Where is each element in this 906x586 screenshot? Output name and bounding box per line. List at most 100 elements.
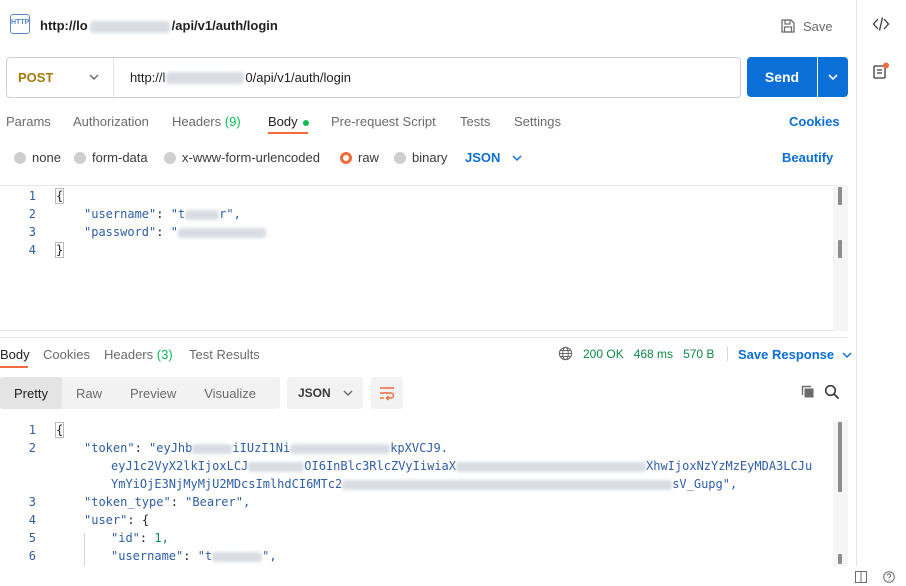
redacted-value bbox=[342, 479, 673, 490]
wrap-lines-button[interactable] bbox=[371, 377, 403, 409]
json-token-type-line: "token_type": "Bearer", bbox=[84, 495, 251, 509]
json-token-line: "token": "eyJhb iIUzI1Ni kpXVCJ9. bbox=[84, 441, 448, 455]
search-response-button[interactable] bbox=[824, 384, 840, 403]
globe-icon[interactable] bbox=[558, 346, 573, 361]
response-view-tabs: Pretty Raw Preview Visualize bbox=[0, 377, 280, 409]
scrollbar-thumb[interactable] bbox=[838, 422, 842, 492]
save-response-label: Save Response bbox=[738, 347, 835, 362]
tab-authorization[interactable]: Authorization bbox=[73, 114, 149, 129]
view-tab-raw[interactable]: Raw bbox=[62, 377, 116, 409]
body-format-label: JSON bbox=[465, 150, 501, 165]
status-bar bbox=[0, 566, 906, 586]
two-pane-icon bbox=[855, 571, 867, 583]
request-title-bar: HTTP http://lo/api/v1/auth/login Save bbox=[0, 0, 856, 52]
scrollbar-thumb[interactable] bbox=[838, 187, 842, 205]
response-tab-cookies[interactable]: Cookies bbox=[43, 347, 90, 362]
json-value: "t bbox=[170, 207, 186, 221]
info-icon bbox=[873, 62, 889, 79]
json-value: OI6InBlc3RlcZVyIiwiaX bbox=[304, 459, 456, 473]
save-response-button[interactable]: Save Response bbox=[738, 347, 852, 362]
json-token-continuation: YmYiOjE3NjMyMjU2MDcsImlhdCI6MTc2 sV_Gupg"… bbox=[111, 477, 737, 491]
json-username-line: "username": "t r", bbox=[84, 207, 241, 221]
response-tab-body[interactable]: Body bbox=[0, 347, 30, 362]
response-tab-headers[interactable]: Headers (3) bbox=[104, 347, 173, 362]
json-key: "token_type" bbox=[84, 495, 171, 509]
tab-body-label: Body bbox=[268, 114, 298, 129]
json-brace: { bbox=[141, 513, 150, 527]
line-number: 4 bbox=[28, 513, 36, 527]
scrollbar-thumb[interactable] bbox=[838, 240, 842, 258]
help-button[interactable] bbox=[883, 571, 895, 586]
response-viewer-scrollbar[interactable] bbox=[833, 420, 848, 566]
json-value: XhwIjoxNzYzMzEyMDA3LCJu bbox=[646, 459, 813, 473]
copy-icon bbox=[801, 385, 814, 398]
chevron-down-icon bbox=[343, 390, 353, 396]
line-number: 6 bbox=[28, 549, 36, 563]
chevron-down-icon bbox=[828, 74, 838, 81]
send-button[interactable]: Send bbox=[747, 57, 817, 97]
request-info-button[interactable] bbox=[872, 62, 890, 83]
search-icon bbox=[824, 384, 840, 400]
view-tab-preview[interactable]: Preview bbox=[116, 377, 190, 409]
line-number: 1 bbox=[28, 423, 36, 437]
radio-none[interactable]: none bbox=[14, 150, 61, 165]
url-prefix: http://l bbox=[130, 70, 166, 85]
json-value: " bbox=[170, 225, 178, 239]
code-snippet-button[interactable] bbox=[872, 15, 890, 36]
save-button[interactable]: Save bbox=[780, 15, 833, 37]
radio-binary[interactable]: binary bbox=[394, 150, 447, 165]
cookies-link[interactable]: Cookies bbox=[789, 114, 840, 129]
http-request-icon: HTTP bbox=[10, 14, 30, 34]
json-value: kpXVCJ9. bbox=[390, 441, 448, 455]
json-user-username-line: "username": "t ", bbox=[111, 549, 277, 563]
layout-toggle-button[interactable] bbox=[855, 571, 867, 586]
send-options-button[interactable] bbox=[818, 57, 848, 97]
request-title[interactable]: http://lo/api/v1/auth/login bbox=[40, 18, 278, 33]
chevron-down-icon bbox=[89, 74, 99, 80]
radio-urlencoded[interactable]: x-www-form-urlencoded bbox=[164, 150, 320, 165]
response-time[interactable]: 468 ms bbox=[634, 347, 673, 361]
json-value: eyJ1c2VyX2lkIjoxLCJ bbox=[111, 459, 249, 473]
tab-headers-label: Headers bbox=[172, 114, 222, 129]
tab-pre-request-script[interactable]: Pre-request Script bbox=[331, 114, 436, 129]
view-tab-pretty[interactable]: Pretty bbox=[0, 377, 62, 409]
response-size[interactable]: 570 B bbox=[683, 347, 714, 361]
response-format-select[interactable]: JSON bbox=[287, 377, 363, 409]
view-tab-visualize[interactable]: Visualize bbox=[190, 377, 270, 409]
json-value: ", bbox=[262, 549, 277, 563]
copy-response-button[interactable] bbox=[800, 384, 816, 403]
radio-form-data[interactable]: form-data bbox=[74, 150, 148, 165]
send-label: Send bbox=[764, 69, 800, 85]
body-format-select[interactable]: JSON bbox=[465, 150, 522, 165]
tab-tests[interactable]: Tests bbox=[460, 114, 490, 129]
line-number: 3 bbox=[28, 495, 36, 509]
tab-settings[interactable]: Settings bbox=[514, 114, 561, 129]
json-key: "password" bbox=[84, 225, 157, 239]
json-user-line: "user": { bbox=[84, 513, 150, 527]
beautify-link[interactable]: Beautify bbox=[782, 150, 833, 165]
radio-binary-label: binary bbox=[412, 150, 448, 165]
json-value: r", bbox=[219, 207, 241, 221]
tab-body[interactable]: Body bbox=[268, 114, 309, 129]
tab-headers[interactable]: Headers (9) bbox=[172, 114, 241, 129]
indent-guide bbox=[84, 533, 85, 567]
chevron-down-icon bbox=[842, 352, 852, 358]
json-password-line: "password": " bbox=[84, 225, 266, 239]
radio-raw-label: raw bbox=[358, 150, 379, 165]
url-input[interactable]: http://l 0/api/v1/auth/login bbox=[114, 70, 351, 85]
scrollbar-thumb[interactable] bbox=[838, 554, 842, 564]
request-body-editor[interactable]: 1 2 3 4 { "username": "t r", "password": … bbox=[0, 185, 848, 331]
response-status[interactable]: 200 OK bbox=[583, 347, 624, 361]
method-select[interactable]: POST bbox=[7, 58, 114, 97]
response-tab-headers-label: Headers bbox=[104, 347, 154, 362]
divider bbox=[727, 347, 728, 361]
help-icon bbox=[883, 571, 895, 583]
tab-headers-count: (9) bbox=[224, 114, 241, 129]
radio-circle-selected bbox=[340, 151, 352, 164]
radio-circle bbox=[164, 151, 176, 164]
radio-raw[interactable]: raw bbox=[340, 150, 379, 165]
tab-params[interactable]: Params bbox=[6, 114, 51, 129]
response-tab-test-results[interactable]: Test Results bbox=[189, 347, 260, 362]
response-body-viewer[interactable]: 1 2 3 4 5 6 { "token": "eyJhb iIUzI1Ni kpX… bbox=[0, 420, 848, 567]
request-editor-scrollbar[interactable] bbox=[833, 185, 848, 331]
